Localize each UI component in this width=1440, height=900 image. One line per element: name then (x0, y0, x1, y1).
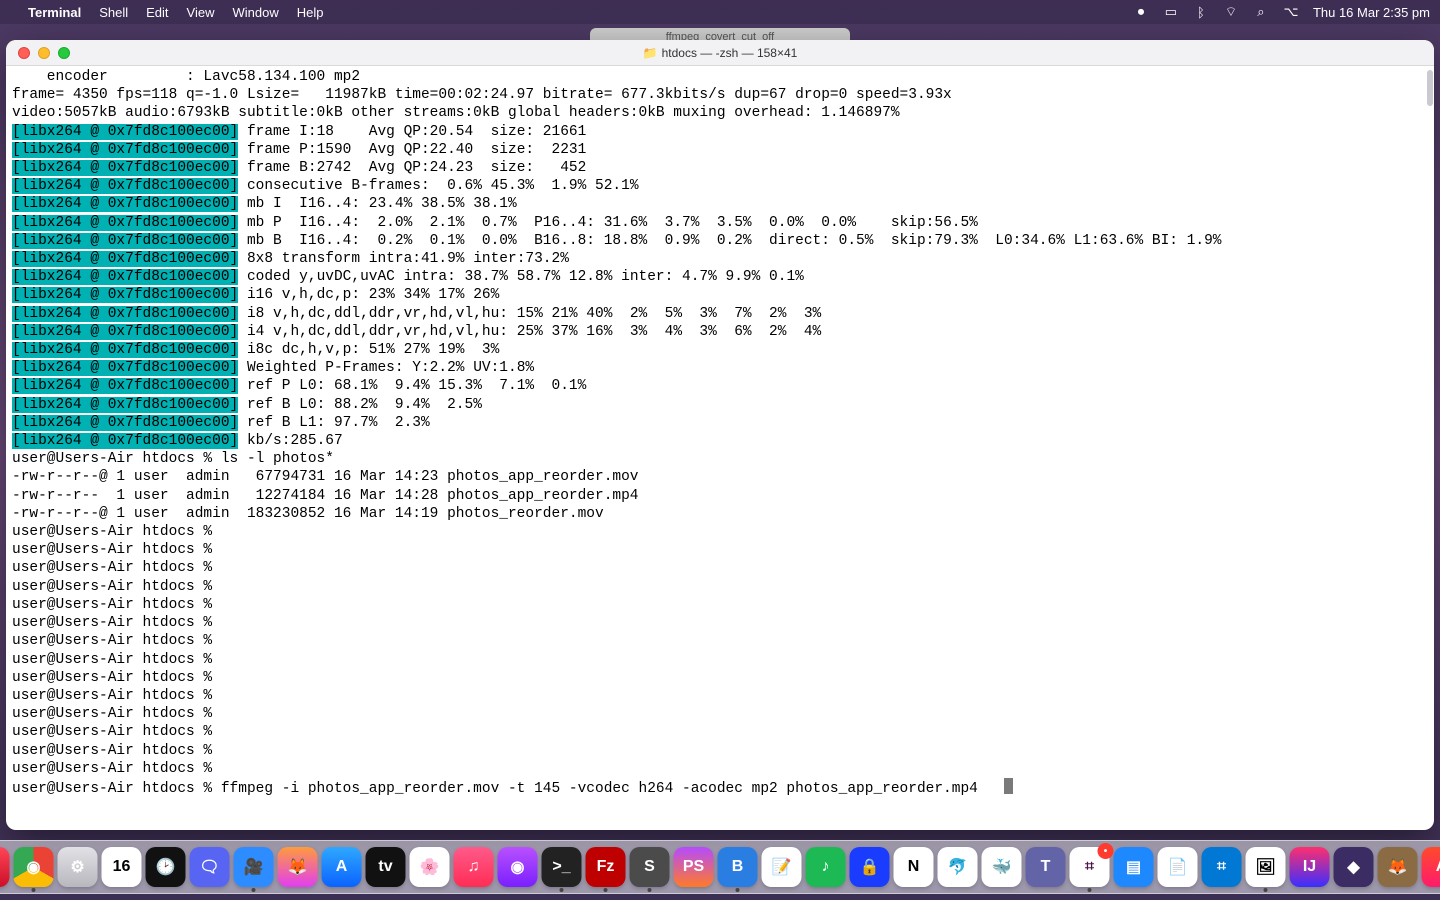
control-center-icon[interactable]: ⌥ (1283, 4, 1299, 20)
dock-app-preview[interactable]: 🖼 (1246, 847, 1286, 887)
dock-app-podcasts[interactable]: ◉ (498, 847, 538, 887)
dock-app-spotify[interactable]: ♪ (806, 847, 846, 887)
menubar-clock[interactable]: Thu 16 Mar 2:35 pm (1313, 5, 1430, 20)
dock-app-discord[interactable]: 🗨 (190, 847, 230, 887)
dock-app-notion[interactable]: N (894, 847, 934, 887)
menu-shell[interactable]: Shell (99, 5, 128, 20)
dock-app-keynote[interactable]: ▤ (1114, 847, 1154, 887)
dock-app-system-settings[interactable]: ⚙︎ (58, 847, 98, 887)
app-name[interactable]: Terminal (28, 5, 81, 20)
wifi-icon[interactable]: ⌔ (1223, 4, 1239, 20)
dock-app-firefox[interactable]: 🦊 (278, 847, 318, 887)
dock-app-app-store[interactable]: A (322, 847, 362, 887)
dock-app-textedit[interactable]: 📝 (762, 847, 802, 887)
terminal-window: 📁 htdocs — -zsh — 158×41 encoder : Lavc5… (6, 40, 1434, 830)
menu-edit[interactable]: Edit (146, 5, 168, 20)
terminal-output[interactable]: encoder : Lavc58.134.100 mp2 frame= 4350… (12, 68, 1430, 798)
dock-app-sublime[interactable]: S (630, 847, 670, 887)
dock-app-vscode[interactable]: ⌗ (1202, 847, 1242, 887)
dock-app-brackets[interactable]: B (718, 847, 758, 887)
menu-help[interactable]: Help (297, 5, 324, 20)
battery-icon[interactable]: ▭ (1163, 4, 1179, 20)
dock-app-notes[interactable]: 📄 (1158, 847, 1198, 887)
scrollbar[interactable] (1427, 70, 1433, 106)
dock-app-calendar[interactable]: 16 (102, 847, 142, 887)
dock-app-photos[interactable]: 🌸 (410, 847, 450, 887)
terminal-body[interactable]: encoder : Lavc58.134.100 mp2 frame= 4350… (6, 66, 1434, 830)
dock-app-adobe[interactable]: A (1422, 847, 1440, 887)
dock-app-tv[interactable]: tv (366, 847, 406, 887)
dock-app-zoom[interactable]: 🎥 (234, 847, 274, 887)
dock-app-chrome[interactable]: ◉ (14, 847, 54, 887)
dock-app-slack[interactable]: ⌗• (1070, 847, 1110, 887)
dock-app-obsidian[interactable]: ◆ (1334, 847, 1374, 887)
dock-app-gimp[interactable]: 🦊 (1378, 847, 1418, 887)
dock-app-clock[interactable]: 🕑 (146, 847, 186, 887)
spotlight-search-icon[interactable]: ⌕ (1253, 4, 1269, 20)
screen-record-icon[interactable]: ⏺ (1133, 4, 1149, 20)
dock-app-music[interactable]: ♫ (454, 847, 494, 887)
window-titlebar[interactable]: 📁 htdocs — -zsh — 158×41 (6, 40, 1434, 66)
dock-app-filezilla[interactable]: Fz (586, 847, 626, 887)
menu-view[interactable]: View (187, 5, 215, 20)
dock-app-phpstorm[interactable]: PS (674, 847, 714, 887)
folder-icon: 📁 (643, 46, 658, 60)
dock-app-terminal[interactable]: >_ (542, 847, 582, 887)
bluetooth-icon[interactable]: ᛒ (1193, 4, 1209, 20)
menu-window[interactable]: Window (233, 5, 279, 20)
menubar: Terminal Shell Edit View Window Help ⏺ ▭… (0, 0, 1440, 24)
window-title: htdocs — -zsh — 158×41 (662, 46, 798, 60)
dock-app-docker[interactable]: 🐳 (982, 847, 1022, 887)
dock-app-intellij[interactable]: IJ (1290, 847, 1330, 887)
dock-app-teams[interactable]: T (1026, 847, 1066, 887)
dock: 😀🧭✉︎76💬📹O◉⚙︎16🕑🗨🎥🦊Atv🌸♫◉>_FzSPSB📝♪🔒N🐬🐳T⌗… (0, 840, 1440, 894)
dock-app-mysqlworkbench[interactable]: 🐬 (938, 847, 978, 887)
dock-app-opera[interactable]: O (0, 847, 10, 887)
dock-app-1password[interactable]: 🔒 (850, 847, 890, 887)
